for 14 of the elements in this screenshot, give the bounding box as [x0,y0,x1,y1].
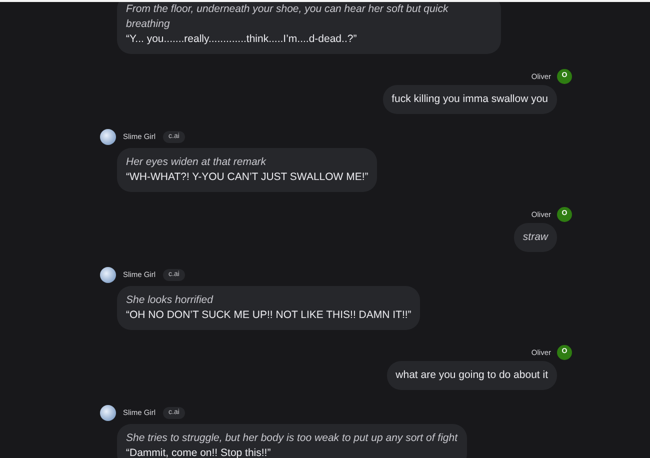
message-text: “Dammit, come on!! Stop this!!” [126,446,272,458]
action-text: From the floor, underneath your shoe, you can hear her soft but quick breathing [126,2,450,32]
action-text: straw [522,230,548,245]
avatar-icon [100,267,116,283]
avatar-icon [100,405,116,421]
message-text: “OH NO DON’T SUCK ME UP!! NOT LIKE THIS!! DAMN IT!!” [126,308,412,323]
message-text: “Y... you.......really.............think.....I’m....d-dead..?” [126,32,358,47]
avatar-icon [100,129,116,145]
action-text: She tries to struggle, but her body is too weak to put up any sort of fight [126,431,458,446]
message-text: “WH-WHAT?! Y-YOU CAN’T JUST SWALLOW ME!” [126,170,368,185]
action-text: Her eyes widen at that remark [126,155,268,170]
action-text: She looks horrified [126,293,214,308]
message-text: fuck killing you imma swallow you [392,92,548,107]
message-text: what are you going to do about it [396,368,548,383]
